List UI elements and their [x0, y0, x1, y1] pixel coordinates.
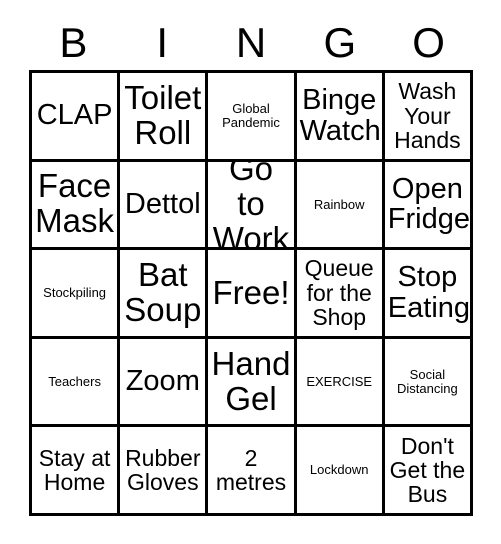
- bingo-cell-r2c1[interactable]: Face Mask: [32, 161, 121, 251]
- bingo-cell-label: Open Fridge: [387, 172, 470, 236]
- bingo-cell-label: Queue for the Shop: [304, 255, 374, 331]
- bingo-cell-r3c2[interactable]: Bat Soup: [120, 250, 209, 339]
- bingo-cell-label: Lockdown: [309, 462, 369, 478]
- bingo-cell-r3c5[interactable]: Stop Eating: [384, 250, 473, 339]
- bingo-cell-r4c5[interactable]: Social Distancing: [384, 338, 473, 428]
- bingo-cell-label: Stockpiling: [43, 285, 107, 301]
- bingo-cell-label: Dettol: [124, 188, 201, 221]
- bingo-cell-r2c3[interactable]: Go to Work: [208, 161, 297, 251]
- bingo-card: B I N G O CLAP Toilet Roll Global Pandem…: [0, 0, 501, 544]
- bingo-cell-label: Rainbow: [313, 196, 365, 212]
- header-letter-o: O: [412, 19, 445, 66]
- bingo-cell-label: Toilet Roll: [124, 78, 202, 151]
- bingo-cell-r5c1[interactable]: Stay at Home: [32, 427, 121, 516]
- bingo-cell-r1c4[interactable]: Binge Watch: [296, 73, 385, 162]
- bingo-cell-r5c3[interactable]: 2 metres: [208, 427, 297, 516]
- bingo-cell-label: Go to Work: [212, 161, 290, 251]
- bingo-cell-label: Stop Eating: [387, 261, 471, 324]
- bingo-cell-label: CLAP: [36, 99, 113, 132]
- bingo-cell-label: Zoom: [125, 365, 200, 398]
- bingo-cell-r2c5[interactable]: Open Fridge: [384, 161, 473, 251]
- bingo-cell-label: Face Mask: [35, 167, 115, 240]
- header-letter-b: B: [59, 19, 88, 66]
- bingo-cell-label: Wash Your Hands: [394, 78, 461, 153]
- bingo-cell-r1c2[interactable]: Toilet Roll: [120, 73, 209, 162]
- bingo-cell-label: Free!: [212, 273, 290, 311]
- bingo-cell-r4c3[interactable]: Hand Gel: [208, 338, 297, 428]
- bingo-cell-r5c4[interactable]: Lockdown: [296, 427, 385, 516]
- bingo-cell-r1c5[interactable]: Wash Your Hands: [384, 73, 473, 162]
- bingo-cell-r4c2[interactable]: Zoom: [120, 338, 209, 428]
- bingo-cell-label: Social Distancing: [397, 366, 458, 396]
- bingo-cell-r2c4[interactable]: Rainbow: [296, 161, 385, 251]
- bingo-cell-label: Bat Soup: [124, 256, 202, 328]
- header-letter-g: G: [323, 19, 357, 66]
- bingo-cell-r4c1[interactable]: Teachers: [32, 338, 121, 428]
- bingo-cell-label: EXERCISE: [306, 373, 373, 389]
- bingo-cell-r3c4[interactable]: Queue for the Shop: [296, 250, 385, 339]
- bingo-cell-label: Don't Get the Bus: [389, 432, 466, 508]
- bingo-cell-label: Global Pandemic: [222, 101, 280, 130]
- header-letter-n: N: [235, 19, 267, 66]
- bingo-cell-r1c1[interactable]: CLAP: [32, 73, 121, 162]
- bingo-cell-label: 2 metres: [215, 444, 287, 496]
- bingo-cell-label: Binge Watch: [299, 84, 381, 147]
- bingo-cell-free-space[interactable]: Free!: [208, 250, 297, 339]
- bingo-cell-label: Hand Gel: [211, 344, 291, 417]
- header-letter-i: I: [156, 19, 169, 66]
- bingo-cell-r1c3[interactable]: Global Pandemic: [208, 73, 297, 162]
- bingo-cell-r5c2[interactable]: Rubber Gloves: [120, 427, 209, 516]
- bingo-cell-r5c5[interactable]: Don't Get the Bus: [384, 427, 473, 516]
- bingo-cell-label: Teachers: [48, 373, 101, 389]
- bingo-cell-r3c1[interactable]: Stockpiling: [32, 250, 121, 339]
- bingo-grid: CLAP Toilet Roll Global Pandemic Binge W…: [29, 70, 473, 516]
- bingo-cell-r2c2[interactable]: Dettol: [120, 161, 209, 251]
- bingo-cell-label: Stay at Home: [38, 444, 111, 496]
- bingo-cell-r4c4[interactable]: EXERCISE: [296, 338, 385, 428]
- bingo-header-row: B I N G O: [29, 16, 473, 70]
- bingo-cell-label: Rubber Gloves: [125, 444, 201, 496]
